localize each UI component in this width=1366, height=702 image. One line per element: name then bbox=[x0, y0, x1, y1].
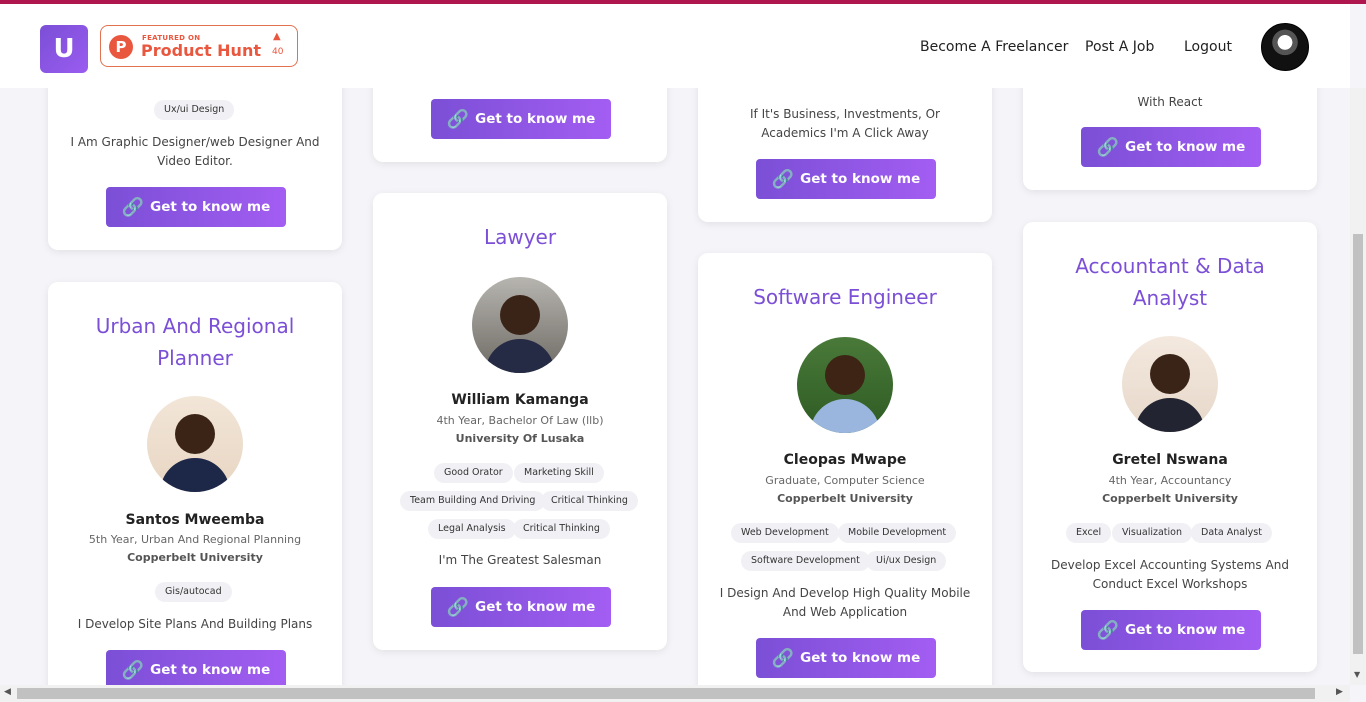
link-icon: 🔗 bbox=[771, 647, 795, 669]
freelancer-card-8: Accountant & Data Analyst Gretel Nswana … bbox=[1023, 222, 1317, 672]
study-year: Graduate, Computer Science bbox=[765, 474, 925, 487]
card-bio: I Develop Site Plans And Building Plans bbox=[77, 617, 313, 631]
get-to-know-me-button[interactable]: 🔗 Get to know me bbox=[1081, 127, 1261, 167]
skill-tag: Good Orator bbox=[434, 463, 513, 483]
freelancer-name: Gretel Nswana bbox=[1112, 452, 1228, 468]
link-icon: 🔗 bbox=[121, 659, 145, 681]
skill-tag: Marketing Skill bbox=[514, 463, 604, 483]
scroll-right-arrow-icon[interactable]: ▶ bbox=[1336, 687, 1343, 697]
link-icon: 🔗 bbox=[771, 168, 795, 190]
freelancer-card-1: Ux/ui Design I Am Graphic Designer/web D… bbox=[48, 60, 342, 250]
card-title: Urban And Regional Planner bbox=[95, 314, 295, 370]
scroll-left-arrow-icon[interactable]: ◀ bbox=[4, 687, 11, 697]
link-icon: 🔗 bbox=[1096, 136, 1120, 158]
skill-tag: Critical Thinking bbox=[513, 519, 610, 539]
skill-tag: Critical Thinking bbox=[541, 491, 638, 511]
get-to-know-me-button[interactable]: 🔗 Get to know me bbox=[756, 638, 936, 678]
skill-tag: Visualization bbox=[1112, 523, 1193, 543]
skill-tag: Mobile Development bbox=[838, 523, 957, 543]
university: Copperbelt University bbox=[777, 492, 913, 505]
button-label: Get to know me bbox=[150, 662, 271, 678]
skill-tag: Gis/autocad bbox=[155, 582, 232, 602]
freelancer-name: Cleopas Mwape bbox=[783, 452, 907, 468]
vertical-scrollbar[interactable]: ▼ bbox=[1350, 88, 1366, 685]
study-year: 4th Year, Bachelor Of Law (llb) bbox=[436, 414, 604, 427]
card-title: Software Engineer bbox=[753, 285, 937, 309]
profile-photo bbox=[147, 396, 243, 492]
product-hunt-icon: P bbox=[109, 35, 133, 59]
skill-tag: Ui/ux Design bbox=[866, 551, 947, 571]
get-to-know-me-button[interactable]: 🔗 Get to know me bbox=[431, 587, 611, 627]
get-to-know-me-button[interactable]: 🔗 Get to know me bbox=[106, 650, 286, 690]
product-hunt-badge[interactable]: P FEATURED ON Product Hunt ▲ 40 bbox=[100, 25, 298, 67]
button-label: Get to know me bbox=[150, 199, 271, 215]
upvote-arrow-icon: ▲ bbox=[273, 31, 281, 42]
skill-tag: Ux/ui Design bbox=[154, 100, 235, 120]
card-bio: I Design And Develop High Quality Mobile… bbox=[719, 586, 971, 619]
link-icon: 🔗 bbox=[121, 196, 145, 218]
freelancer-name: William Kamanga bbox=[451, 392, 589, 408]
horizontal-scrollbar[interactable]: ◀ ▶ bbox=[0, 685, 1350, 702]
skill-tag: Web Development bbox=[731, 523, 839, 543]
freelancer-card-5: Urban And Regional Planner Santos Mweemb… bbox=[48, 282, 342, 702]
skill-tag: Data Analyst bbox=[1191, 523, 1272, 543]
profile-photo bbox=[797, 337, 893, 433]
university: Copperbelt University bbox=[127, 551, 263, 564]
button-label: Get to know me bbox=[800, 650, 921, 666]
profile-photo bbox=[472, 277, 568, 373]
ph-name: Product Hunt bbox=[141, 41, 261, 60]
card-bio: Develop Excel Accounting Systems And Con… bbox=[1051, 558, 1289, 591]
card-title: Accountant & Data Analyst bbox=[1075, 254, 1265, 310]
freelancer-card-7: Software Engineer Cleopas Mwape Graduate… bbox=[698, 253, 992, 702]
get-to-know-me-button[interactable]: 🔗 Get to know me bbox=[431, 99, 611, 139]
nav-post-job[interactable]: Post A Job bbox=[1085, 39, 1154, 55]
vertical-scroll-thumb[interactable] bbox=[1353, 234, 1363, 654]
top-navbar: U P FEATURED ON Product Hunt ▲ 40 Become… bbox=[0, 4, 1350, 88]
study-year: 4th Year, Accountancy bbox=[1108, 474, 1232, 487]
button-label: Get to know me bbox=[1125, 139, 1246, 155]
card-bio: If It's Business, Investments, Or Academ… bbox=[750, 107, 940, 140]
get-to-know-me-button[interactable]: 🔗 Get to know me bbox=[106, 187, 286, 227]
skill-tag: Software Development bbox=[741, 551, 870, 571]
university: University Of Lusaka bbox=[455, 432, 585, 445]
card-title: Lawyer bbox=[483, 225, 557, 249]
button-label: Get to know me bbox=[1125, 622, 1246, 638]
get-to-know-me-button[interactable]: 🔗 Get to know me bbox=[1081, 610, 1261, 650]
nav-become-freelancer[interactable]: Become A Freelancer bbox=[920, 39, 1068, 55]
card-bio: I'm The Greatest Salesman bbox=[438, 553, 602, 567]
button-label: Get to know me bbox=[475, 111, 596, 127]
nav-logout[interactable]: Logout bbox=[1184, 39, 1232, 55]
skill-tag: Excel bbox=[1066, 523, 1112, 543]
scroll-down-arrow-icon[interactable]: ▼ bbox=[1354, 670, 1360, 679]
skill-tag: Legal Analysis bbox=[428, 519, 516, 539]
get-to-know-me-button[interactable]: 🔗 Get to know me bbox=[756, 159, 936, 199]
button-label: Get to know me bbox=[475, 599, 596, 615]
skill-tag: Team Building And Driving bbox=[400, 491, 546, 511]
study-year: 5th Year, Urban And Regional Planning bbox=[88, 533, 302, 546]
link-icon: 🔗 bbox=[446, 596, 470, 618]
site-logo[interactable]: U bbox=[40, 25, 88, 73]
user-avatar[interactable] bbox=[1261, 23, 1309, 71]
link-icon: 🔗 bbox=[446, 108, 470, 130]
link-icon: 🔗 bbox=[1096, 619, 1120, 641]
university: Copperbelt University bbox=[1102, 492, 1238, 505]
profile-photo bbox=[1122, 336, 1218, 432]
card-bio: I Am Graphic Designer/web Designer And V… bbox=[70, 135, 320, 168]
horizontal-scroll-thumb[interactable] bbox=[17, 688, 1315, 699]
card-bio: With React bbox=[1137, 95, 1203, 109]
freelancer-card-6: Lawyer William Kamanga 4th Year, Bachelo… bbox=[373, 193, 667, 650]
upvote-count: 40 bbox=[272, 47, 284, 57]
freelancer-name: Santos Mweemba bbox=[125, 512, 265, 528]
button-label: Get to know me bbox=[800, 171, 921, 187]
